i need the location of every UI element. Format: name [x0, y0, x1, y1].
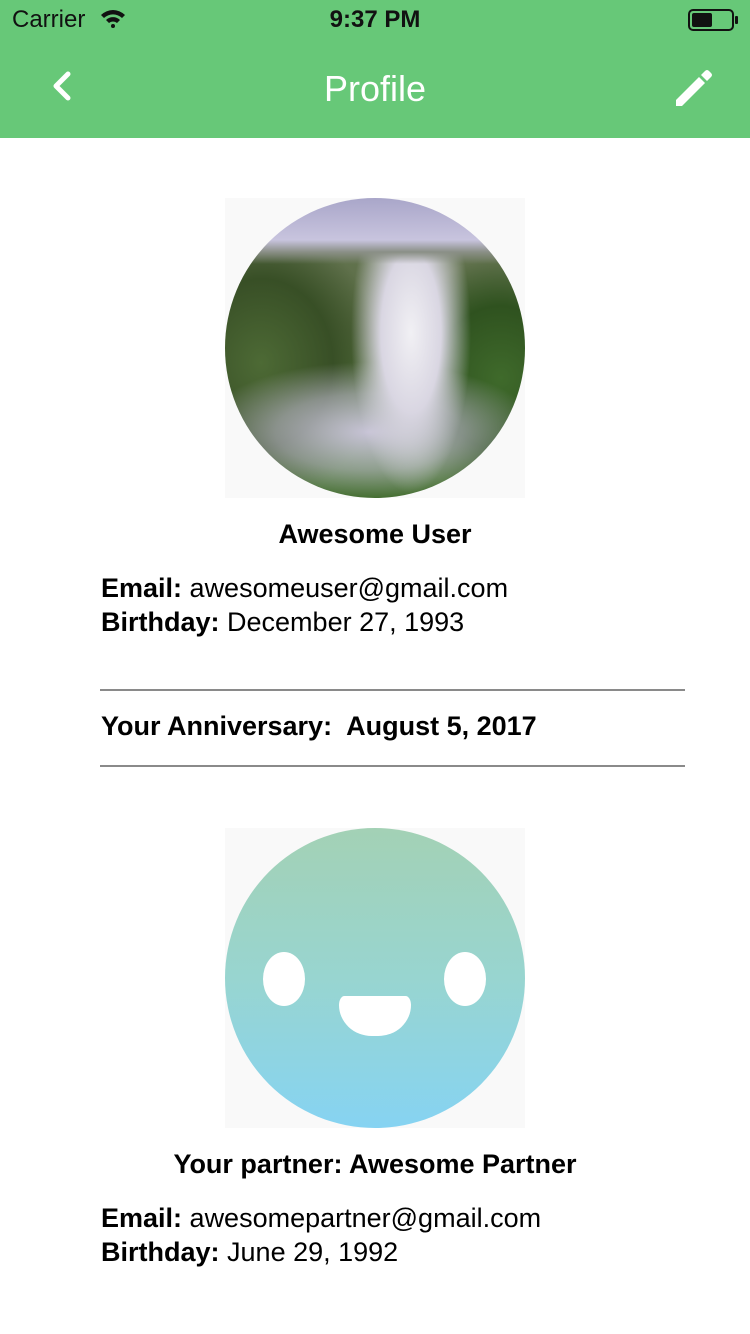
partner-name: Your partner: Awesome Partner [173, 1149, 577, 1179]
user-birthday: December 27, 1993 [227, 607, 465, 637]
divider-bottom [100, 765, 685, 767]
birthday-label: Birthday: [101, 1237, 220, 1267]
smile-mouth [339, 996, 411, 1036]
partner-birthday: June 29, 1992 [227, 1237, 399, 1267]
email-label: Email: [101, 573, 183, 603]
left-eye [263, 952, 305, 1006]
user-email-row: Email: awesomeuser@gmail.com [101, 573, 508, 604]
pencil-icon[interactable] [672, 66, 716, 110]
smiley-face-icon [225, 828, 525, 1128]
user-birthday-row: Birthday: December 27, 1993 [101, 607, 464, 638]
battery-icon [688, 9, 738, 31]
header-bar: Carrier 9:37 PM Profile [0, 0, 750, 138]
birthday-label: Birthday: [101, 607, 220, 637]
status-bar: Carrier 9:37 PM [0, 0, 750, 40]
partner-email: awesomepartner@gmail.com [189, 1203, 542, 1233]
user-email: awesomeuser@gmail.com [189, 573, 509, 603]
status-time: 9:37 PM [329, 6, 421, 33]
anniversary-row: Your Anniversary: August 5, 2017 [101, 711, 537, 742]
user-avatar [225, 198, 525, 498]
partner-birthday-row: Birthday: June 29, 1992 [101, 1237, 398, 1268]
page-title: Profile [323, 68, 427, 109]
partner-avatar [225, 828, 525, 1128]
user-name: Awesome User [278, 519, 472, 549]
anniversary-label: Your Anniversary: [101, 711, 333, 741]
divider-top [100, 689, 685, 691]
partner-email-row: Email: awesomepartner@gmail.com [101, 1203, 541, 1234]
email-label: Email: [101, 1203, 183, 1233]
right-eye [444, 952, 486, 1006]
user-photo-waterfall [225, 198, 525, 498]
anniversary-date: August 5, 2017 [346, 711, 537, 741]
